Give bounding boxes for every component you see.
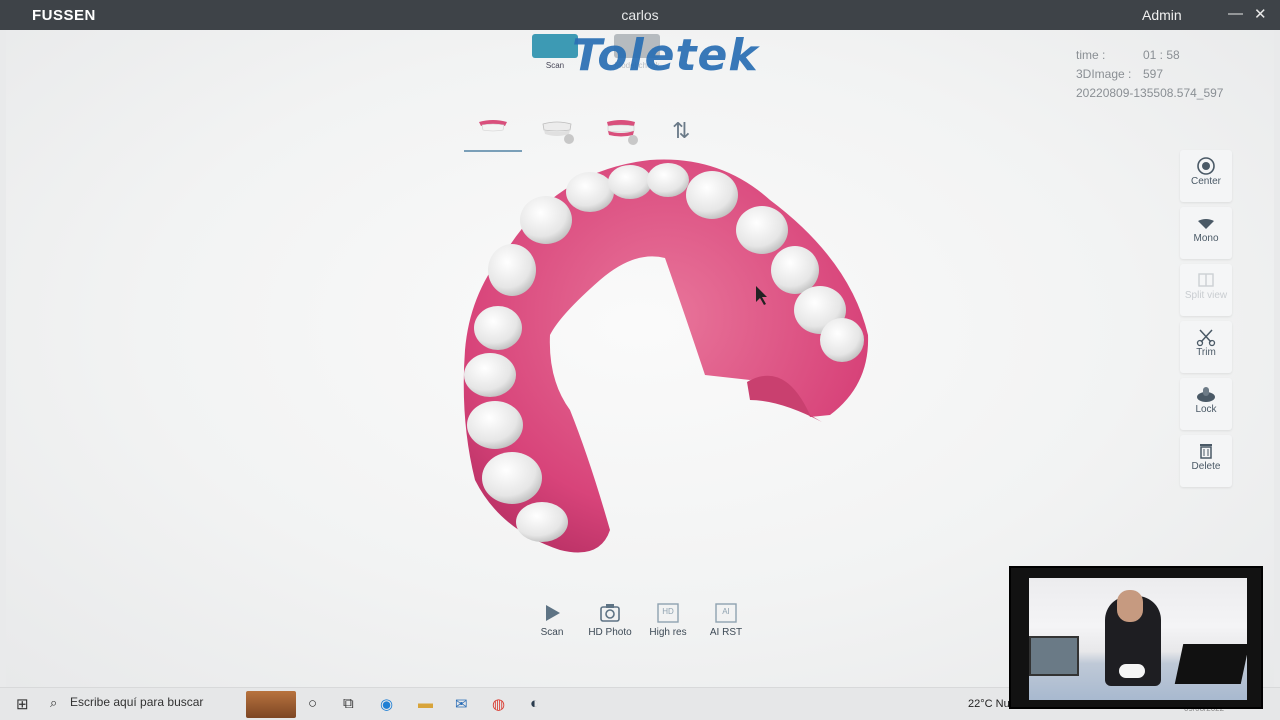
ai-rst-button[interactable]: AI AI RST (696, 603, 756, 638)
scan-time: time : 01 : 58 (1076, 48, 1180, 62)
cortana-icon[interactable]: ○ (308, 695, 317, 712)
scan-button[interactable]: Scan (522, 603, 582, 638)
mono-icon (1180, 207, 1232, 233)
play-icon (522, 603, 582, 627)
laptop-left (1029, 636, 1079, 676)
watermark-logo: Toletek (572, 30, 759, 81)
search-icon[interactable]: ⌕ (50, 695, 57, 711)
target-icon (1180, 150, 1232, 176)
edge-icon[interactable]: ◉ (380, 695, 393, 713)
user-role[interactable]: Admin (1142, 7, 1182, 23)
task-view-icon[interactable]: ⧉ (343, 695, 354, 712)
search-highlight-image[interactable] (246, 691, 296, 718)
scanner-device (1119, 664, 1145, 678)
file-explorer-icon[interactable]: ▬ (418, 695, 433, 712)
mono-label: Mono (1193, 233, 1219, 244)
swap-jaw-icon[interactable]: ⇅ (672, 118, 690, 144)
time-value: 01 : 58 (1143, 48, 1180, 62)
ai-rst-label: AI RST (709, 627, 743, 638)
tab-upper-jaw[interactable] (464, 116, 522, 152)
minimize-button[interactable]: — (1228, 5, 1243, 22)
scan-label: Scan (540, 627, 564, 638)
title-bar: FUSSEN carlos Admin — ✕ (0, 0, 1280, 30)
tab-bite[interactable] (592, 116, 650, 152)
scanner-app: FUSSEN carlos Admin — ✕ Scan Model check… (0, 0, 1280, 720)
time-label: time : (1076, 48, 1106, 62)
presenter-webcam (1009, 566, 1263, 709)
scissors-icon (1180, 321, 1232, 347)
ai-icon: AI (696, 603, 756, 627)
high-res-button[interactable]: HD High res (638, 603, 698, 638)
camera-icon (580, 603, 640, 627)
mail-icon[interactable]: ✉ (455, 695, 468, 713)
presenter-face (1117, 590, 1143, 622)
dental-arch-model[interactable] (450, 150, 890, 570)
hd-photo-label: HD Photo (588, 627, 632, 638)
image-label: 3DImage : (1076, 67, 1132, 81)
mono-button[interactable]: Mono (1180, 207, 1232, 259)
split-view-icon (1180, 264, 1232, 290)
windows-start-icon[interactable]: ⊞ (16, 695, 29, 713)
delete-label: Delete (1191, 461, 1221, 472)
image-value: 597 (1143, 67, 1164, 81)
lock-icon (1180, 378, 1232, 404)
tab-lower-jaw[interactable] (528, 116, 586, 152)
upper-jaw-icon (479, 120, 507, 132)
center-label: Center (1190, 176, 1221, 187)
svg-text:AI: AI (722, 607, 730, 616)
close-button[interactable]: ✕ (1254, 5, 1267, 23)
split-view-label: Split view (1184, 290, 1228, 301)
image-count: 3DImage : 597 (1076, 67, 1163, 81)
laptop-right (1174, 644, 1247, 684)
trim-button[interactable]: Trim (1180, 321, 1232, 373)
delete-button[interactable]: Delete (1180, 435, 1232, 487)
mode-scan-label: Scan (545, 61, 565, 70)
trash-icon (1180, 435, 1232, 461)
hd-photo-button[interactable]: HD Photo (580, 603, 640, 638)
lower-jaw-icon (542, 121, 574, 144)
trim-label: Trim (1196, 347, 1216, 358)
lock-button[interactable]: Lock (1180, 378, 1232, 430)
scan-id: 20220809-135508.574_597 (1076, 86, 1224, 100)
chrome-icon[interactable]: ◍ (492, 695, 505, 713)
bite-icon (607, 120, 638, 145)
weather-widget[interactable]: 22°C Nu (968, 698, 1010, 710)
hd-icon: HD (638, 603, 698, 627)
taskbar-search-input[interactable]: Escribe aquí para buscar (70, 695, 203, 709)
split-view-button[interactable]: Split view (1180, 264, 1232, 316)
lock-label: Lock (1195, 404, 1217, 415)
webcam-scene (1029, 578, 1247, 700)
high-res-label: High res (649, 627, 687, 638)
center-button[interactable]: Center (1180, 150, 1232, 202)
scanner-app-icon[interactable]: ◐ (530, 695, 539, 712)
patient-name: carlos (621, 7, 659, 23)
svg-text:HD: HD (662, 607, 674, 616)
